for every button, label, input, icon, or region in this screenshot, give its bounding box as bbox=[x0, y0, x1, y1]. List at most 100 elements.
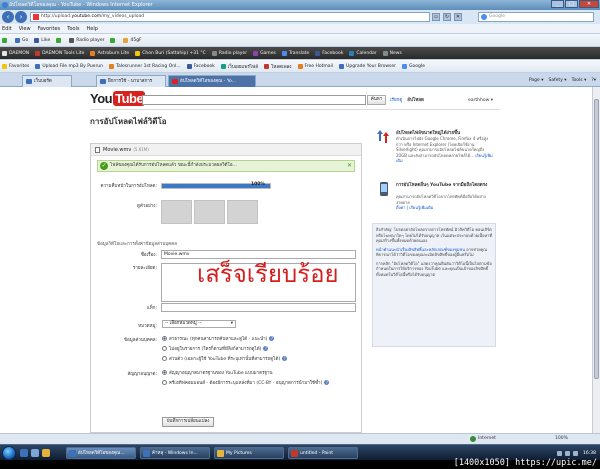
start-button[interactable] bbox=[2, 446, 16, 460]
screen: อัปโหลดวิดีโอของคุณ - YouTube - Windows … bbox=[0, 0, 600, 469]
folder-icon[interactable] bbox=[42, 449, 50, 457]
tab-webboard[interactable]: เว็บบอร์ด bbox=[22, 75, 72, 87]
toolbar-item[interactable]: Like bbox=[34, 37, 50, 43]
clock[interactable]: 16:38 bbox=[583, 451, 596, 456]
folder-icon bbox=[217, 450, 224, 457]
progress-percent: 100% bbox=[251, 182, 265, 187]
nav-upload[interactable]: อัปโหลด bbox=[407, 96, 424, 105]
vertical-scrollbar[interactable] bbox=[592, 87, 600, 433]
toolbar-item[interactable]: News bbox=[382, 50, 402, 56]
toolbar-item[interactable]: Google bbox=[402, 63, 425, 69]
search-input[interactable]: Google bbox=[478, 12, 594, 22]
youtube-logo[interactable]: You Tube bbox=[90, 91, 146, 108]
language-icon[interactable] bbox=[573, 450, 579, 456]
forward-icon[interactable]: › bbox=[15, 11, 27, 23]
category-select[interactable]: -- เลือกหมวดหมู่ -- bbox=[162, 320, 236, 328]
close-button[interactable]: ✕ bbox=[579, 0, 599, 8]
toolbar-item-label: เว็บเผยแพร่ไฟล์ bbox=[227, 64, 258, 70]
toolbar-item[interactable]: Facebook bbox=[186, 63, 215, 69]
copyright-tips-link[interactable]: หน้าคำแนะนำเรื่องลิขสิทธิ์และหลักเกณฑ์ขอ… bbox=[376, 247, 465, 252]
toolbar-item[interactable] bbox=[2, 37, 9, 43]
logo-tube: Tube bbox=[113, 91, 146, 106]
thumbnail[interactable] bbox=[194, 200, 225, 224]
tab-youtube-upload[interactable]: อัปโหลดวิดีโอของคุณ - Yo... bbox=[168, 75, 256, 87]
privacy-label: ข้อมูลส่วนบุคคล: bbox=[123, 338, 157, 343]
nav-browse[interactable]: เรียกดู bbox=[390, 96, 402, 105]
toolbar-item[interactable] bbox=[56, 37, 63, 43]
menu-favorites[interactable]: Favorites bbox=[38, 24, 61, 33]
toolbar-item[interactable]: Upload File mp3 By Puerun bbox=[35, 63, 103, 69]
ie-icon[interactable] bbox=[20, 449, 28, 457]
zoom-level[interactable]: 100% bbox=[555, 435, 568, 443]
refresh-icon[interactable]: ↻ bbox=[443, 13, 451, 21]
page-icon bbox=[35, 63, 41, 69]
toolbar-item[interactable]: Talesrunner 1st Racing Onl... bbox=[109, 63, 181, 69]
help-menu[interactable]: ?▾ bbox=[591, 76, 596, 85]
taskbar-button[interactable]: untitled - Paint bbox=[288, 447, 358, 459]
menu-help[interactable]: Help bbox=[86, 24, 97, 33]
toolbar-item[interactable]: โหลดเพลง bbox=[263, 63, 292, 70]
maximize-button[interactable]: □ bbox=[565, 0, 578, 8]
back-icon[interactable]: ‹ bbox=[2, 11, 14, 23]
toolbar-item[interactable]: DAEMON bbox=[2, 50, 29, 56]
help-icon[interactable]: ? bbox=[324, 380, 330, 385]
toolbar-item[interactable]: เว็บเผยแพร่ไฟล์ bbox=[220, 63, 258, 70]
privacy-unlisted-radio[interactable]: ไม่อยู่ในรายการ (ใครก็ตามที่มีลิงก์สามาร… bbox=[162, 345, 269, 352]
help-icon[interactable]: ? bbox=[269, 336, 275, 341]
youtube-search-input[interactable] bbox=[142, 95, 366, 105]
toolbar-item[interactable]: Games bbox=[253, 50, 276, 56]
toolbar-item[interactable]: Facebook bbox=[315, 50, 343, 56]
tags-label: แท็ก: bbox=[146, 306, 157, 311]
youtube-favicon-icon bbox=[33, 14, 39, 20]
safety-menu[interactable]: Safety ▾ bbox=[548, 76, 566, 85]
show-desktop-icon[interactable] bbox=[31, 449, 39, 457]
menu-view[interactable]: View bbox=[19, 24, 31, 33]
toolbar-item[interactable]: Translate bbox=[281, 50, 309, 56]
minimize-button[interactable]: _ bbox=[551, 0, 564, 8]
volume-icon[interactable] bbox=[565, 450, 571, 456]
toolbar-item[interactable]: Radio player bbox=[69, 37, 104, 43]
watermark-text: [1400x1050] https://upic.me/ bbox=[453, 458, 597, 468]
dismiss-icon[interactable]: ✕ bbox=[347, 161, 352, 171]
scrollbar-thumb[interactable] bbox=[594, 99, 599, 379]
toolbar-item[interactable]: DAEMON Tools Lite bbox=[35, 50, 84, 56]
menu-tools[interactable]: Tools bbox=[67, 24, 79, 33]
network-icon[interactable] bbox=[557, 450, 563, 456]
toolbar-item[interactable]: Astroburn Lite bbox=[90, 50, 129, 56]
license-cc-radio[interactable]: ครีเอทีฟคอมมอนส์ - ต้องมีการระบุแหล่งที่… bbox=[162, 379, 330, 386]
toolbar-item[interactable] bbox=[110, 37, 117, 43]
toolbar-item[interactable]: Favorites bbox=[2, 63, 29, 69]
help-icon[interactable]: ? bbox=[282, 356, 288, 361]
section-heading: ข้อมูลวิดีโอและการตั้งค่าข้อมูลส่วนบุคคล bbox=[97, 242, 177, 247]
license-standard-radio[interactable]: สัญญาอนุญาตมาตรฐานของ YouTube แบบมาตรฐาน bbox=[162, 369, 273, 376]
save-changes-button[interactable]: บันทึกการเปลี่ยนแปลง bbox=[162, 417, 214, 427]
toolbar-item[interactable]: Go bbox=[15, 37, 28, 43]
privacy-public-radio[interactable]: สาธารณะ (ทุกคนสามารถค้นหาและดูได้ - แนะน… bbox=[162, 335, 275, 342]
toolbar-item[interactable]: Radio player bbox=[211, 50, 247, 56]
youtube-search-button[interactable]: ค้นหา bbox=[367, 95, 386, 105]
setup-link[interactable]: ตั้งค่า | เรียนรู้เพิ่มเติม bbox=[396, 205, 433, 210]
taskbar-button[interactable]: ค้าหลุ - Windows In... bbox=[140, 447, 210, 459]
privacy-private-radio[interactable]: ส่วนตัว (เฉพาะผู้ใช้ YouTube ที่ระบุเท่า… bbox=[162, 355, 288, 362]
tools-menu[interactable]: Tools ▾ bbox=[572, 76, 587, 85]
copyright-note: สิ่งสำคัญ: โปรดอย่าอัปโหลดรายการโทรทัศน์… bbox=[372, 223, 496, 347]
menu-edit[interactable]: Edit bbox=[2, 24, 12, 33]
compat-view-icon[interactable]: ▫ bbox=[432, 13, 440, 21]
user-menu[interactable]: earthhow bbox=[468, 96, 493, 105]
toolbar-item[interactable]: Upgrade Your Browser bbox=[339, 63, 396, 69]
tab-practice[interactable]: ฝึกการใช้ - นาบาสการ bbox=[96, 75, 166, 87]
taskbar-button[interactable]: My Pictures bbox=[214, 447, 284, 459]
toolbar-item[interactable]: Calendar bbox=[349, 50, 377, 56]
page-menu[interactable]: Page ▾ bbox=[529, 76, 544, 85]
taskbar-button[interactable]: อัปโหลดวิดีโอของคุณ... bbox=[66, 447, 136, 459]
toolbar-item[interactable]: Free Hotmail bbox=[297, 63, 333, 69]
toolbar-item[interactable]: 45gF bbox=[123, 37, 142, 43]
toolbar-item[interactable]: Chon Buri (Sattahip) +31 °C bbox=[135, 50, 206, 56]
thumbnail[interactable] bbox=[161, 200, 192, 224]
thumbnail[interactable] bbox=[227, 200, 258, 224]
stop-icon[interactable]: ✕ bbox=[454, 13, 462, 21]
tags-input[interactable] bbox=[161, 303, 356, 312]
tab-label: เว็บบอร์ด bbox=[34, 79, 52, 84]
help-icon[interactable]: ? bbox=[263, 346, 269, 351]
address-bar[interactable]: http://upload.youtube.com/my_videos_uplo… bbox=[30, 12, 430, 22]
